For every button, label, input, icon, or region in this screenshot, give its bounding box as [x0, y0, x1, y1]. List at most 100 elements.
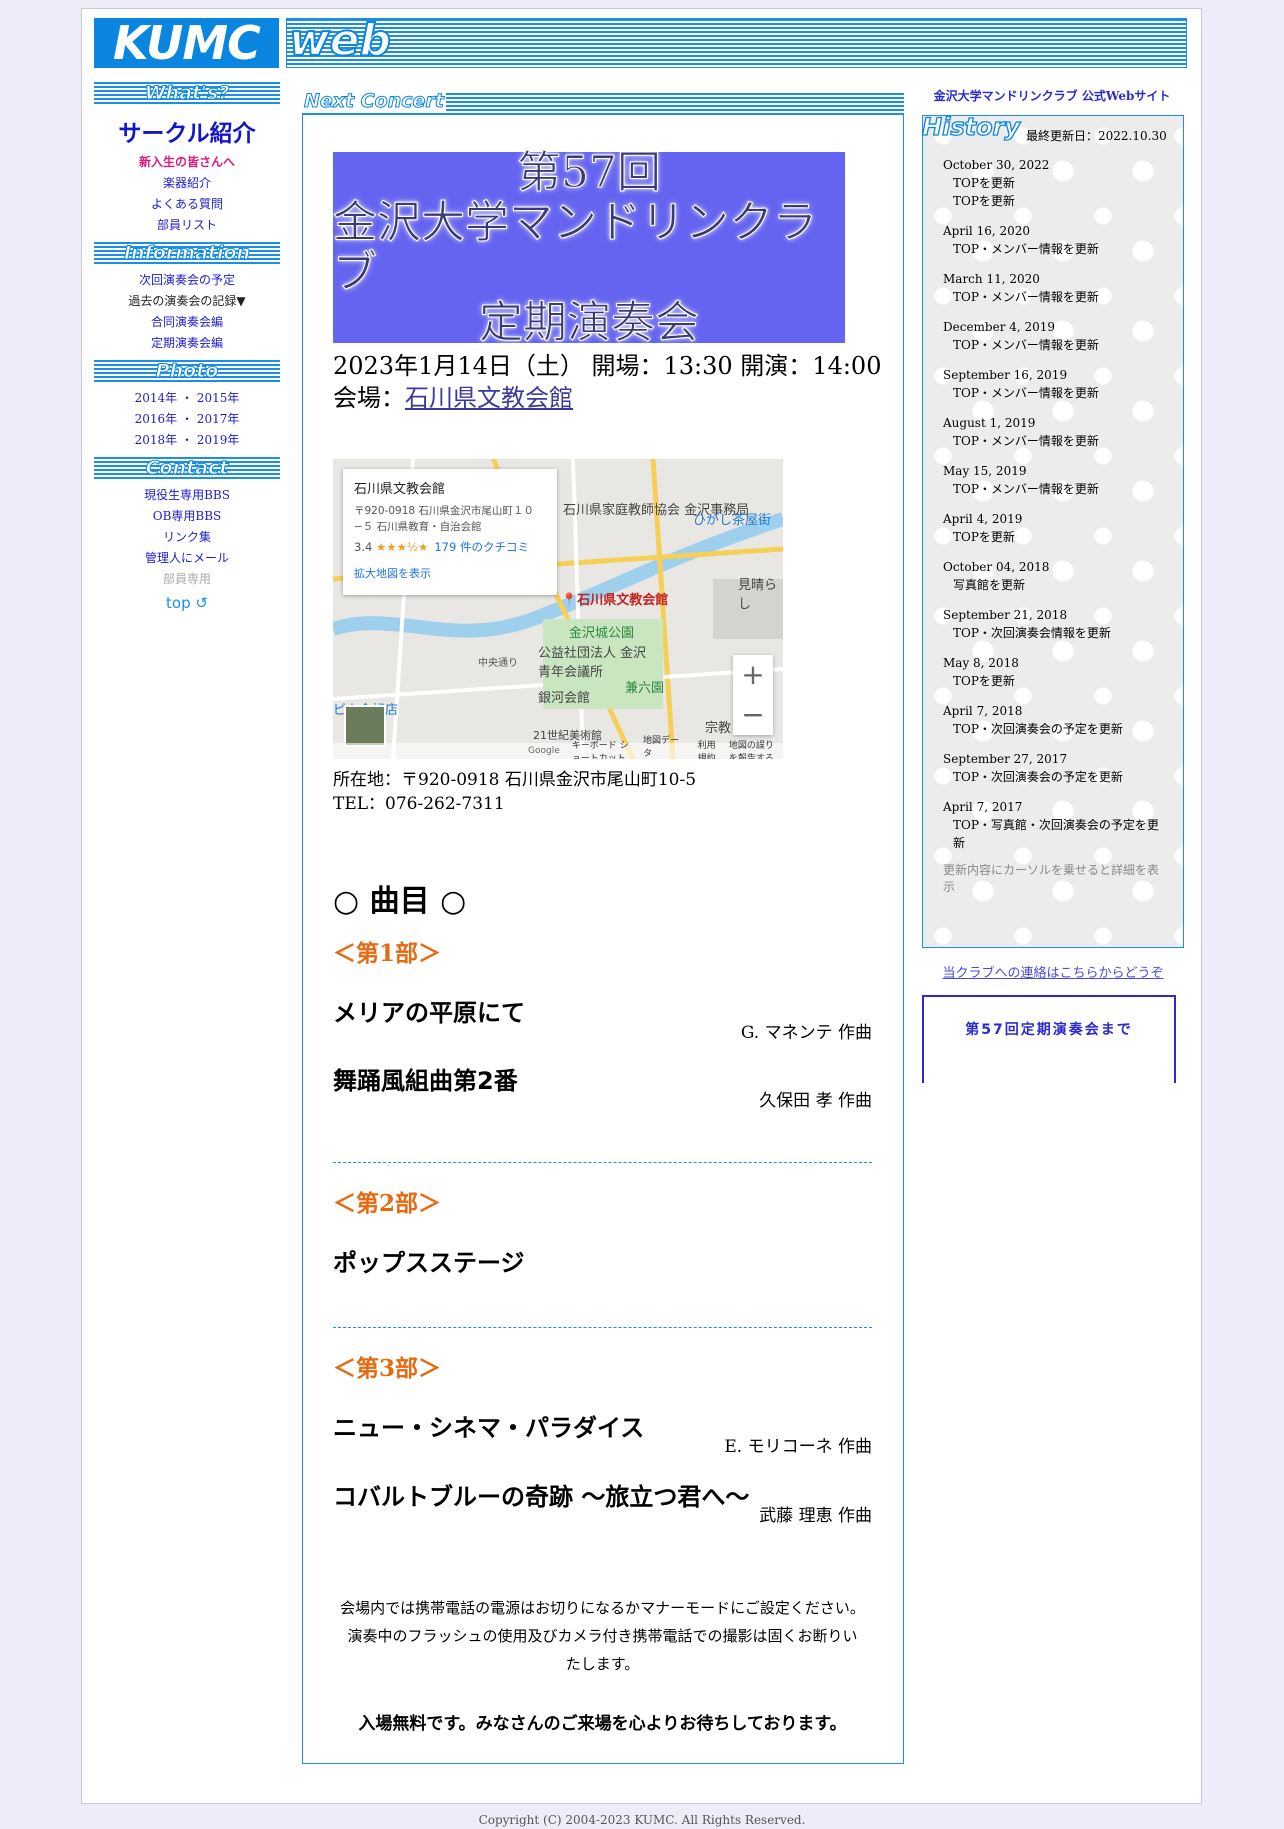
part-3-composer-1: E. モリコーネ 作曲 — [724, 1437, 872, 1457]
venue-line: 会場：石川県文教会館 — [333, 382, 573, 414]
map-reviews-link[interactable]: 179 件のクチコミ — [434, 540, 529, 554]
map-report[interactable]: 地図の誤りを報告する — [729, 738, 777, 759]
nav-head-contact-label: Contact — [145, 457, 229, 479]
history-item: March 11, 2020 TOP・メンバー情報を更新 — [943, 270, 1168, 306]
map-label-10: 中央通り — [478, 658, 518, 669]
map-card-rating: 3.4 ★★★½★ 179 件のクチコミ — [354, 539, 546, 555]
nav-head-whats-label: What's? — [144, 82, 230, 104]
nav-next-concert[interactable]: 次回演奏会の予定 — [94, 270, 280, 291]
nav-members-only[interactable]: 部員専用 — [94, 569, 280, 590]
history-line[interactable]: TOP・次回演奏会の予定を更新 — [943, 768, 1168, 786]
banner-line-2: 金沢大学マンドリンクラブ — [333, 196, 818, 298]
history-date: April 7, 2018 — [943, 704, 1023, 718]
history-item: May 15, 2019 TOP・メンバー情報を更新 — [943, 462, 1168, 498]
part-3-piece-1: ニュー・シネマ・パラダイス — [333, 1414, 645, 1442]
history-date: March 11, 2020 — [943, 272, 1040, 286]
history-date: September 16, 2019 — [943, 368, 1068, 382]
contact-link[interactable]: 当クラブへの連絡はこちらからどうぞ — [922, 962, 1184, 981]
history-item: September 16, 2019 TOP・メンバー情報を更新 — [943, 366, 1168, 402]
history-head: History — [921, 112, 1021, 141]
history-line[interactable]: TOP・メンバー情報を更新 — [943, 480, 1168, 498]
nav-instruments[interactable]: 楽器紹介 — [94, 173, 280, 194]
map-marker-label: 📍石川県文教会館 — [561, 589, 668, 608]
map-label-3: 見晴らし — [738, 578, 778, 612]
map-rating-value: 3.4 — [354, 540, 373, 554]
history-date: December 4, 2019 — [943, 320, 1056, 334]
map-footer: Google キーボード ショートカット 地図データ ©2023 利用規約 地図… — [333, 736, 783, 759]
nav-head-photo-label: Photo — [155, 360, 219, 382]
history-line[interactable]: TOP・次回演奏会の予定を更新 — [943, 720, 1168, 738]
history-line[interactable]: TOP・次回演奏会情報を更新 — [943, 624, 1168, 642]
nav-faq[interactable]: よくある質問 — [94, 194, 280, 215]
history-line[interactable]: TOPを更新 — [943, 672, 1168, 690]
notice-free-admission: 入場無料です。みなさんのご来場を心よりお待ちしております。 — [358, 1714, 847, 1734]
zoom-out-button[interactable]: − — [733, 695, 773, 735]
part-1-composer-1: G. マネンテ 作曲 — [740, 1023, 872, 1043]
history-line[interactable]: TOPを更新 — [943, 528, 1168, 546]
nav-photo-2014-2015[interactable]: 2014年 ・ 2015年 — [94, 388, 280, 409]
history-line[interactable]: TOP・メンバー情報を更新 — [943, 240, 1168, 258]
site-title: 金沢大学マンドリンクラブ 公式Webサイト — [933, 89, 1171, 103]
nav-members[interactable]: 部員リスト — [94, 215, 280, 236]
nav-past-concerts[interactable]: 過去の演奏会の記録▼ — [94, 291, 280, 312]
nav-photo-2018-2019[interactable]: 2018年 ・ 2019年 — [94, 430, 280, 451]
part-2-label: ＜第2部＞ — [333, 1190, 442, 1217]
history-item: April 7, 2017 TOP・写真館・次回演奏会の予定を更新 — [943, 798, 1168, 852]
nav-photo-2016-2017[interactable]: 2016年 ・ 2017年 — [94, 409, 280, 430]
nav-links[interactable]: リンク集 — [94, 527, 280, 548]
part-1-piece-1: メリアの平原にて — [333, 999, 525, 1027]
history-list: October 30, 2022 TOPを更新 TOPを更新 April 16,… — [943, 156, 1168, 896]
part-1-composer-2: 久保田 孝 作曲 — [759, 1091, 872, 1111]
history-line[interactable]: TOP・メンバー情報を更新 — [943, 384, 1168, 402]
history-date: October 04, 2018 — [943, 560, 1050, 574]
history-date: April 7, 2017 — [943, 800, 1023, 814]
part-divider-2 — [333, 1327, 872, 1328]
satellite-toggle[interactable] — [344, 705, 386, 747]
history-item: May 8, 2018 TOPを更新 — [943, 654, 1168, 690]
map-marker-text: 石川県文教会館 — [577, 593, 669, 608]
nav-freshmen[interactable]: 新入生の皆さんへ — [94, 152, 280, 173]
history-item: September 27, 2017 TOP・次回演奏会の予定を更新 — [943, 750, 1168, 786]
history-date: April 16, 2020 — [943, 224, 1031, 238]
map-info-card: 石川県文教会館 〒920-0918 石川県金沢市尾山町１０−５ 石川県教育・自治… — [343, 469, 557, 595]
part-1-piece-2: 舞踊風組曲第2番 — [333, 1067, 518, 1095]
nav-joint-concerts[interactable]: 合同演奏会編 — [94, 312, 280, 333]
countdown-box: 第57回定期演奏会まで — [922, 995, 1176, 1083]
map-zoom-control: + − — [733, 655, 773, 735]
history-line[interactable]: TOP・メンバー情報を更新 — [943, 288, 1168, 306]
map-label-2: ひがし茶屋街 — [693, 513, 772, 528]
history-line[interactable]: 写真館を更新 — [943, 576, 1168, 594]
map-label-9: 宗教 — [705, 721, 732, 736]
nav-head-info: Information — [94, 242, 280, 264]
nav-bbs-current[interactable]: 現役生専用BBS — [94, 485, 280, 506]
concert-banner: 第57回 金沢大学マンドリンクラブ 定期演奏会 — [333, 147, 845, 348]
history-line[interactable]: TOP・メンバー情報を更新 — [943, 432, 1168, 450]
circle-intro-link[interactable]: サークル紹介 — [94, 114, 280, 148]
map-card-title: 石川県文教会館 — [354, 482, 446, 497]
nav-head-whats: What's? — [94, 82, 280, 104]
history-line[interactable]: TOP・写真館・次回演奏会の予定を更新 — [943, 816, 1168, 852]
last-updated: 最終更新日：2022.10.30 — [1026, 129, 1167, 143]
left-nav: What's? サークル紹介 新入生の皆さんへ 楽器紹介 よくある質問 部員リス… — [94, 82, 280, 612]
venue-link[interactable]: 石川県文教会館 — [405, 384, 573, 412]
nav-mail-admin[interactable]: 管理人にメール — [94, 548, 280, 569]
star-rating-icon: ★★★½★ — [375, 540, 429, 554]
concert-date: 2023年1月14日（土） 開場：13:30 開演：14:00 — [333, 352, 882, 380]
zoom-in-button[interactable]: + — [733, 655, 773, 695]
history-line[interactable]: TOPを更新 — [943, 192, 1168, 210]
map-terms[interactable]: 利用規約 — [698, 738, 717, 759]
nav-regular-concerts[interactable]: 定期演奏会編 — [94, 333, 280, 354]
kumc-logo[interactable]: KUMC — [94, 18, 279, 68]
map-label-7: 銀河会館 — [538, 691, 591, 706]
web-logo-text: web — [288, 14, 392, 67]
google-map[interactable]: 石川県家庭教師協会 金沢事務局 ひがし茶屋街 見晴らし 金沢城公園 公益社団法人… — [333, 459, 783, 759]
history-note: 更新内容にカーソルを乗せると詳細を表示 — [943, 863, 1160, 894]
nav-bbs-ob[interactable]: OB専用BBS — [94, 506, 280, 527]
top-link[interactable]: top ↺ — [94, 594, 280, 612]
history-line[interactable]: TOPを更新 — [943, 174, 1168, 192]
history-line[interactable]: TOP・メンバー情報を更新 — [943, 336, 1168, 354]
map-larger-link[interactable]: 拡大地図を表示 — [354, 565, 546, 581]
map-shortcuts[interactable]: キーボード ショートカット — [572, 738, 631, 759]
copyright: Copyright (C) 2004-2023 KUMC. All Rights… — [478, 1813, 806, 1827]
part-divider-1 — [333, 1162, 872, 1163]
